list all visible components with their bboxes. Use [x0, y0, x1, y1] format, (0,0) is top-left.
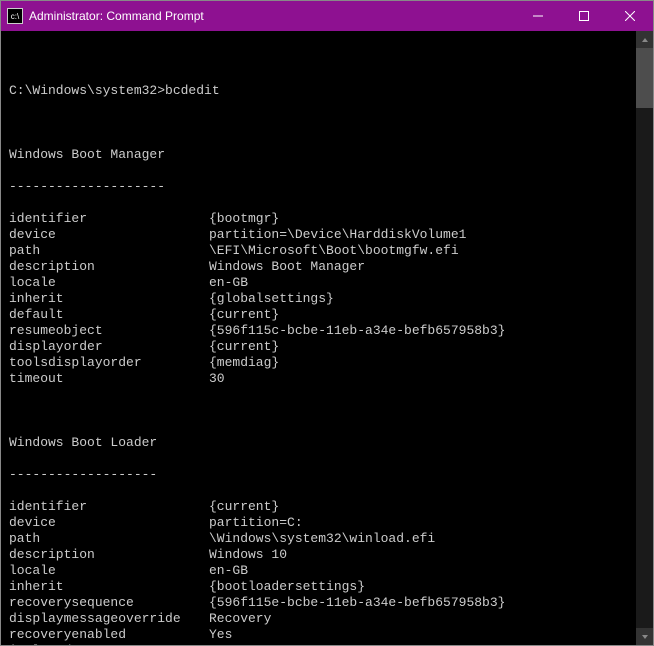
output-row: identifier{current} [9, 499, 628, 515]
output-row: devicepartition=\Device\HarddiskVolume1 [9, 227, 628, 243]
section-separator: -------------------- [9, 179, 628, 195]
output-key: isolatedcontext [9, 643, 209, 645]
output-key: displayorder [9, 339, 209, 355]
output-key: identifier [9, 499, 209, 515]
output-value: {memdiag} [209, 355, 279, 371]
output-row: inherit{globalsettings} [9, 291, 628, 307]
prompt-line: C:\Windows\system32>bcdedit [9, 83, 628, 99]
output-value: partition=C: [209, 515, 303, 531]
output-key: recoverysequence [9, 595, 209, 611]
output-key: default [9, 307, 209, 323]
output-value: {current} [209, 499, 279, 515]
prompt: C:\Windows\system32> [9, 83, 165, 99]
section-title: Windows Boot Manager [9, 147, 628, 163]
output-row: descriptionWindows Boot Manager [9, 259, 628, 275]
maximize-button[interactable] [561, 1, 607, 31]
window-title: Administrator: Command Prompt [29, 9, 515, 23]
output-key: resumeobject [9, 323, 209, 339]
output-value: Yes [209, 627, 232, 643]
output-row: localeen-GB [9, 563, 628, 579]
output-row: toolsdisplayorder{memdiag} [9, 355, 628, 371]
close-button[interactable] [607, 1, 653, 31]
output-row: default{current} [9, 307, 628, 323]
output-value: {bootmgr} [209, 211, 279, 227]
output-row: inherit{bootloadersettings} [9, 579, 628, 595]
output-key: inherit [9, 579, 209, 595]
output-key: description [9, 259, 209, 275]
output-key: recoveryenabled [9, 627, 209, 643]
scroll-up-button[interactable] [636, 31, 653, 48]
blank-line [9, 115, 628, 131]
blank-line [9, 51, 628, 67]
output-value: en-GB [209, 275, 248, 291]
output-row: descriptionWindows 10 [9, 547, 628, 563]
output-row: path\Windows\system32\winload.efi [9, 531, 628, 547]
output-value: {globalsettings} [209, 291, 334, 307]
section-title: Windows Boot Loader [9, 435, 628, 451]
output-value: {596f115e-bcbe-11eb-a34e-befb657958b3} [209, 595, 505, 611]
output-row: localeen-GB [9, 275, 628, 291]
output-row: devicepartition=C: [9, 515, 628, 531]
output-value: partition=\Device\HarddiskVolume1 [209, 227, 466, 243]
section-separator: ------------------- [9, 467, 628, 483]
output-key: displaymessageoverride [9, 611, 209, 627]
output-value: {current} [209, 339, 279, 355]
output-row: timeout30 [9, 371, 628, 387]
output-key: description [9, 547, 209, 563]
output-key: identifier [9, 211, 209, 227]
minimize-button[interactable] [515, 1, 561, 31]
output-value: {596f115c-bcbe-11eb-a34e-befb657958b3} [209, 323, 505, 339]
output-value: Windows 10 [209, 547, 287, 563]
output-value: Windows Boot Manager [209, 259, 365, 275]
output-value: \EFI\Microsoft\Boot\bootmgfw.efi [209, 243, 459, 259]
output-value: Recovery [209, 611, 271, 627]
output-row: resumeobject{596f115c-bcbe-11eb-a34e-bef… [9, 323, 628, 339]
output-value: en-GB [209, 563, 248, 579]
output-key: toolsdisplayorder [9, 355, 209, 371]
command-text: bcdedit [165, 83, 220, 99]
scroll-thumb[interactable] [636, 48, 653, 108]
output-value: 30 [209, 371, 225, 387]
scrollbar[interactable] [636, 31, 653, 645]
output-key: locale [9, 563, 209, 579]
output-key: path [9, 243, 209, 259]
cmd-icon: c:\ [7, 8, 23, 24]
output-key: locale [9, 275, 209, 291]
terminal-output[interactable]: C:\Windows\system32>bcdedit Windows Boot… [1, 31, 636, 645]
output-row: recoveryenabledYes [9, 627, 628, 643]
output-value: \Windows\system32\winload.efi [209, 531, 435, 547]
output-row: identifier{bootmgr} [9, 211, 628, 227]
output-key: timeout [9, 371, 209, 387]
output-row: displayorder{current} [9, 339, 628, 355]
scroll-down-button[interactable] [636, 628, 653, 645]
window-controls [515, 1, 653, 31]
output-row: path\EFI\Microsoft\Boot\bootmgfw.efi [9, 243, 628, 259]
output-row: recoverysequence{596f115e-bcbe-11eb-a34e… [9, 595, 628, 611]
output-row: isolatedcontextYes [9, 643, 628, 645]
terminal-container: C:\Windows\system32>bcdedit Windows Boot… [1, 31, 653, 645]
blank-line [9, 403, 628, 419]
output-value: {current} [209, 307, 279, 323]
output-key: inherit [9, 291, 209, 307]
output-row: displaymessageoverrideRecovery [9, 611, 628, 627]
output-key: device [9, 227, 209, 243]
titlebar[interactable]: c:\ Administrator: Command Prompt [1, 1, 653, 31]
output-value: {bootloadersettings} [209, 579, 365, 595]
output-key: device [9, 515, 209, 531]
output-value: Yes [209, 643, 232, 645]
output-key: path [9, 531, 209, 547]
